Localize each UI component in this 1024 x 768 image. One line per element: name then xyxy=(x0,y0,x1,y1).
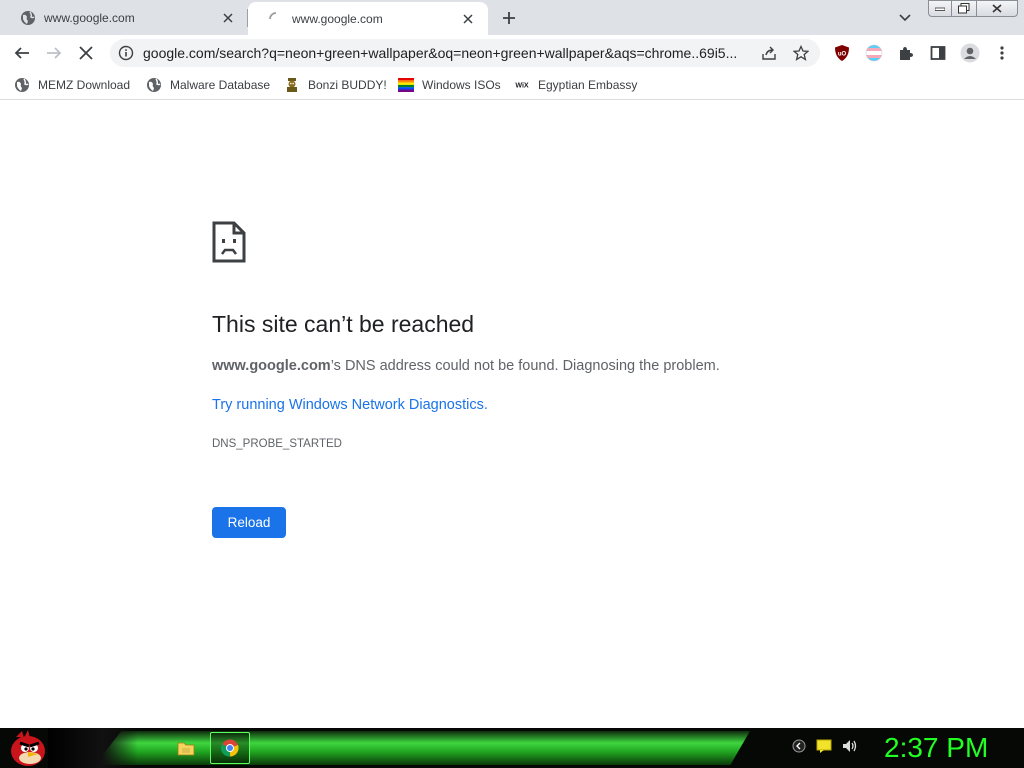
close-icon[interactable] xyxy=(460,11,476,27)
globe-icon xyxy=(146,77,162,93)
address-text[interactable]: google.com/search?q=neon+green+wallpaper… xyxy=(143,45,747,61)
chrome-taskbar-button[interactable] xyxy=(210,732,250,764)
puzzle-icon[interactable] xyxy=(896,43,916,63)
stop-button[interactable] xyxy=(73,40,99,66)
svg-text:uO: uO xyxy=(838,52,847,58)
bookmark-memz[interactable]: MEMZ Download xyxy=(14,75,130,95)
address-bar[interactable]: google.com/search?q=neon+green+wallpaper… xyxy=(110,39,820,67)
rainbow-flag-icon xyxy=(398,77,414,93)
loading-spinner-icon xyxy=(268,11,284,27)
error-host: www.google.com xyxy=(212,358,331,374)
bonzi-icon xyxy=(284,77,300,93)
volume-icon[interactable] xyxy=(842,739,858,758)
bookmark-windows-isos[interactable]: Windows ISOs xyxy=(398,75,501,95)
action-center-icon[interactable] xyxy=(816,739,832,758)
share-icon[interactable] xyxy=(760,44,778,62)
taskbar: 2:37 PM xyxy=(0,728,1024,768)
info-icon[interactable] xyxy=(118,45,134,61)
menu-icon[interactable] xyxy=(992,43,1012,63)
error-description: www.google.com’s DNS address could not b… xyxy=(212,358,720,374)
error-code: DNS_PROBE_STARTED xyxy=(212,438,342,450)
taskbar-left-shade xyxy=(48,728,138,768)
restore-button[interactable] xyxy=(951,0,977,17)
wix-icon: WiX xyxy=(514,77,530,93)
close-icon xyxy=(79,46,93,60)
arrow-left-icon xyxy=(14,47,29,59)
file-explorer-taskbar-button[interactable] xyxy=(166,732,206,764)
system-tray xyxy=(786,728,876,768)
arrow-right-icon xyxy=(47,47,62,59)
browser-toolbar: google.com/search?q=neon+green+wallpaper… xyxy=(0,35,1024,70)
globe-icon xyxy=(14,77,30,93)
trans-flag-icon[interactable] xyxy=(864,43,884,63)
bookmark-label: Malware Database xyxy=(170,78,271,92)
globe-icon xyxy=(20,10,36,26)
bookmark-label: MEMZ Download xyxy=(38,78,131,92)
new-tab-button[interactable] xyxy=(497,7,521,29)
chevron-down-icon[interactable] xyxy=(894,8,916,28)
angry-bird-start-icon[interactable] xyxy=(6,729,48,767)
error-page: This site can’t be reached www.google.co… xyxy=(0,101,1024,729)
side-panel-icon[interactable] xyxy=(928,43,948,63)
taskbar-clock[interactable]: 2:37 PM xyxy=(884,732,988,764)
star-icon[interactable] xyxy=(792,44,810,62)
close-icon[interactable] xyxy=(220,10,236,26)
profile-icon[interactable] xyxy=(960,43,980,63)
reload-button[interactable]: Reload xyxy=(212,507,286,538)
bookmark-label: Bonzi BUDDY! xyxy=(308,78,387,92)
bookmark-malware-database[interactable]: Malware Database xyxy=(146,75,270,95)
bookmarks-bar: MEMZ Download Malware Database Bonzi BUD… xyxy=(0,70,1024,100)
sad-page-icon xyxy=(212,221,246,263)
tab-strip: www.google.com www.google.com xyxy=(0,0,1024,35)
error-description-text: ’s DNS address could not be found. Diagn… xyxy=(330,358,720,374)
minimize-button[interactable] xyxy=(928,0,952,17)
tab-inactive[interactable]: www.google.com xyxy=(0,0,248,35)
bookmark-bonzi-buddy[interactable]: Bonzi BUDDY! xyxy=(284,75,387,95)
svg-text:WiX: WiX xyxy=(515,82,529,90)
tab-title: www.google.com xyxy=(44,10,135,25)
network-diagnostics-link[interactable]: Try running Windows Network Diagnostics. xyxy=(212,397,488,413)
back-button[interactable] xyxy=(9,40,35,66)
chrome-icon xyxy=(221,739,239,757)
forward-button[interactable] xyxy=(41,40,67,66)
show-hidden-icons-icon[interactable] xyxy=(792,739,806,758)
tab-active[interactable]: www.google.com xyxy=(248,2,488,35)
window-close-button[interactable] xyxy=(976,0,1018,17)
bookmark-egyptian-embassy[interactable]: WiX Egyptian Embassy xyxy=(514,75,637,95)
folder-icon xyxy=(177,742,195,756)
tab-title: www.google.com xyxy=(292,11,383,26)
bookmark-label: Egyptian Embassy xyxy=(538,78,638,92)
ublock-icon[interactable]: uO xyxy=(832,43,852,63)
error-title: This site can’t be reached xyxy=(212,311,475,337)
bookmark-label: Windows ISOs xyxy=(422,78,501,92)
